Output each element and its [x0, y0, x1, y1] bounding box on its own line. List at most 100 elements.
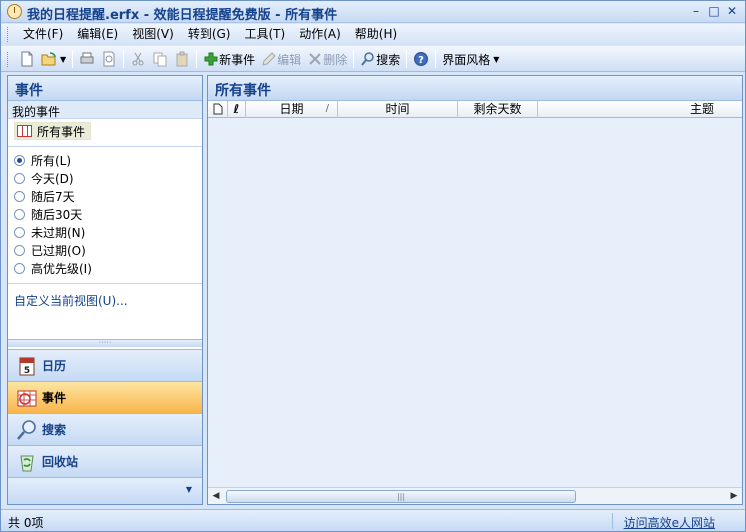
filter-expired[interactable]: 已过期(O)	[8, 241, 202, 259]
view-all-events-label: 所有事件	[37, 124, 86, 139]
filter-all[interactable]: 所有(L)	[8, 151, 202, 169]
nav-recycle-bin-label: 回收站	[42, 455, 79, 469]
filter-next-30-days[interactable]: 随后30天	[8, 205, 202, 223]
left-pane-title: 事件	[8, 76, 202, 101]
horizontal-scrollbar[interactable]: ◀ ||| ▶	[208, 487, 742, 504]
chevron-down-icon[interactable]: ▼	[60, 55, 66, 64]
visit-website-link[interactable]: 访问高效e人网站	[624, 514, 715, 531]
event-grid-icon	[17, 125, 32, 137]
scroll-left-icon[interactable]: ◀	[210, 490, 222, 502]
nav-calendar[interactable]: 5 日历	[8, 349, 202, 381]
left-pane: 事件 我的事件 所有事件 所有(L) 今天(D) 随后7天 随后30天 未过期(…	[7, 75, 203, 505]
delete-button[interactable]: 删除	[304, 48, 350, 70]
nav-events[interactable]: 事件	[8, 381, 202, 413]
scroll-thumb[interactable]: |||	[226, 490, 576, 503]
column-date-label: 日期	[279, 102, 304, 116]
edit-button[interactable]: 编辑	[258, 48, 304, 70]
toolbar-separator	[435, 50, 437, 68]
filter-not-expired[interactable]: 未过期(N)	[8, 223, 202, 241]
close-button[interactable]: ✕	[725, 3, 739, 19]
menu-view[interactable]: 视图(V)	[125, 24, 181, 45]
menu-tools[interactable]: 工具(T)	[237, 24, 292, 45]
status-count: 共 0项	[8, 516, 44, 530]
minimize-button[interactable]: –	[689, 3, 703, 19]
paste-button[interactable]	[171, 48, 193, 70]
new-event-label: 新事件	[219, 52, 256, 67]
delete-x-icon	[309, 53, 321, 65]
plus-icon	[204, 52, 218, 66]
nav-overflow[interactable]: ▼	[8, 477, 202, 504]
title-bar: 我的日程提醒.erfx - 效能日程提醒免费版 - 所有事件 – □ ✕	[1, 1, 745, 23]
customize-view-link[interactable]: 自定义当前视图(U)...	[8, 292, 202, 309]
divider	[8, 283, 202, 284]
filter-label: 随后7天	[31, 189, 75, 204]
open-button[interactable]: ▼	[38, 48, 69, 70]
column-days-remaining-label: 剩余天数	[473, 102, 522, 116]
print-button[interactable]	[76, 48, 98, 70]
status-separator	[612, 513, 613, 529]
my-events-header: 我的事件	[8, 101, 202, 119]
radio[interactable]	[14, 226, 25, 238]
search-label: 搜索	[376, 52, 401, 67]
new-file-button[interactable]	[16, 48, 38, 70]
toolbar-separator	[196, 50, 198, 68]
radio[interactable]	[14, 262, 25, 274]
filter-label: 随后30天	[31, 207, 83, 222]
pencil-icon	[262, 52, 276, 66]
menu-goto[interactable]: 转到(G)	[181, 24, 238, 45]
new-file-icon	[21, 51, 33, 67]
radio[interactable]	[14, 190, 25, 202]
menu-help[interactable]: 帮助(H)	[348, 24, 404, 45]
printer-icon	[80, 52, 94, 64]
toolbar-separator	[72, 50, 74, 68]
nav-recycle-bin[interactable]: 回收站	[8, 445, 202, 477]
radio[interactable]	[14, 208, 25, 220]
column-icon[interactable]	[208, 101, 228, 118]
status-bar: 共 0项 访问高效e人网站	[1, 509, 745, 531]
maximize-button[interactable]: □	[707, 3, 721, 19]
copy-icon	[153, 52, 167, 67]
radio-selected[interactable]	[14, 154, 25, 166]
toolbar: ▼ 新事件 编辑 删除 搜索 ? 界面风格 ▼	[1, 46, 745, 72]
column-time-label: 时间	[385, 102, 410, 116]
nav-search[interactable]: 搜索	[8, 413, 202, 445]
toolbar-grip[interactable]	[7, 51, 10, 67]
help-button[interactable]: ?	[410, 48, 432, 70]
calendar-badge: 5	[24, 366, 30, 376]
clock-app-icon	[7, 4, 22, 19]
menu-edit[interactable]: 编辑(E)	[70, 24, 125, 45]
new-event-button[interactable]: 新事件	[200, 48, 258, 70]
column-attachment[interactable]: ℓ	[228, 101, 246, 118]
search-button[interactable]: 搜索	[357, 48, 403, 70]
radio[interactable]	[14, 244, 25, 256]
menu-grip[interactable]	[7, 27, 10, 42]
nav-search-label: 搜索	[42, 423, 67, 437]
column-date[interactable]: 日期 /	[246, 101, 338, 118]
print-preview-button[interactable]	[98, 48, 120, 70]
column-time[interactable]: 时间	[338, 101, 458, 118]
radio[interactable]	[14, 172, 25, 184]
toolbar-separator	[406, 50, 408, 68]
filter-label: 今天(D)	[31, 171, 74, 186]
column-days-remaining[interactable]: 剩余天数	[458, 101, 538, 118]
menu-action[interactable]: 动作(A)	[292, 24, 348, 45]
nav-events-label: 事件	[42, 391, 67, 405]
right-pane: 所有事件 ℓ 日期 / 时间 剩余天数 主题 ◀ ||| ▶	[207, 75, 743, 505]
filter-today[interactable]: 今天(D)	[8, 169, 202, 187]
filter-high-priority[interactable]: 高优先级(I)	[8, 259, 202, 277]
menu-bar: 文件(F) 编辑(E) 视图(V) 转到(G) 工具(T) 动作(A) 帮助(H…	[1, 24, 745, 45]
copy-button[interactable]	[149, 48, 171, 70]
filter-label: 未过期(N)	[31, 225, 86, 240]
filter-next-7-days[interactable]: 随后7天	[8, 187, 202, 205]
ui-style-button[interactable]: 界面风格 ▼	[439, 48, 502, 70]
cut-button[interactable]	[127, 48, 149, 70]
column-subject[interactable]: 主题	[538, 101, 742, 118]
chevron-down-icon[interactable]: ▼	[186, 485, 192, 494]
menu-file[interactable]: 文件(F)	[16, 24, 70, 45]
pane-splitter[interactable]: ·····	[8, 339, 202, 347]
toolbar-separator	[353, 50, 355, 68]
paste-icon	[176, 51, 188, 67]
recycle-bin-icon	[20, 455, 34, 471]
view-all-events[interactable]: 所有事件	[14, 122, 196, 140]
scroll-right-icon[interactable]: ▶	[728, 490, 740, 502]
